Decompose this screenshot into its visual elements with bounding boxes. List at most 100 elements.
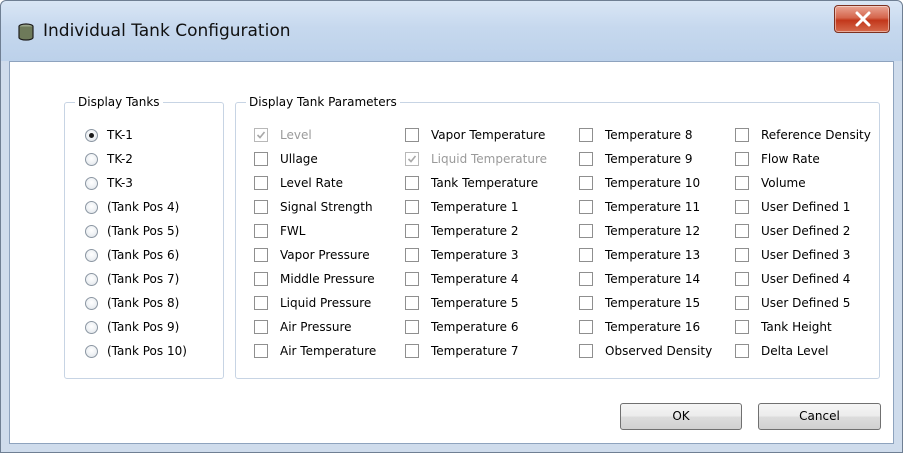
tank-radio-option[interactable]: TK-1: [85, 126, 133, 144]
parameter-checkbox-option[interactable]: Air Pressure: [254, 318, 352, 336]
radio-button[interactable]: [85, 344, 98, 358]
parameter-checkbox-option[interactable]: User Defined 5: [735, 294, 850, 312]
checkbox[interactable]: [405, 320, 419, 334]
checkbox[interactable]: [405, 272, 419, 286]
parameter-checkbox-option[interactable]: Level Rate: [254, 174, 343, 192]
parameter-checkbox-option[interactable]: Temperature 8: [579, 126, 692, 144]
tank-radio-option[interactable]: TK-3: [85, 174, 133, 192]
checkbox[interactable]: [579, 344, 593, 358]
radio-button[interactable]: [85, 176, 98, 190]
checkbox[interactable]: [254, 296, 268, 310]
parameter-checkbox-option[interactable]: Temperature 11: [579, 198, 700, 216]
cancel-button[interactable]: Cancel: [758, 403, 881, 430]
parameter-checkbox-option[interactable]: User Defined 1: [735, 198, 850, 216]
parameter-checkbox-option[interactable]: Ullage: [254, 150, 318, 168]
tank-radio-option[interactable]: (Tank Pos 5): [85, 222, 179, 240]
parameter-checkbox-option[interactable]: User Defined 2: [735, 222, 850, 240]
parameter-checkbox-option[interactable]: Vapor Temperature: [405, 126, 545, 144]
checkbox[interactable]: [735, 272, 749, 286]
checkbox[interactable]: [579, 272, 593, 286]
parameter-checkbox-option[interactable]: Signal Strength: [254, 198, 373, 216]
parameter-checkbox-option[interactable]: Observed Density: [579, 342, 712, 360]
tank-radio-option[interactable]: (Tank Pos 7): [85, 270, 179, 288]
checkbox[interactable]: [405, 176, 419, 190]
parameter-checkbox-option[interactable]: Temperature 6: [405, 318, 518, 336]
checkbox[interactable]: [254, 200, 268, 214]
parameter-checkbox-option[interactable]: Flow Rate: [735, 150, 820, 168]
checkbox[interactable]: [579, 176, 593, 190]
radio-button[interactable]: [85, 128, 98, 142]
tank-radio-option[interactable]: (Tank Pos 10): [85, 342, 187, 360]
parameter-checkbox-option[interactable]: Temperature 7: [405, 342, 518, 360]
checkbox[interactable]: [405, 128, 419, 142]
parameter-checkbox-option[interactable]: Volume: [735, 174, 806, 192]
checkbox[interactable]: [579, 128, 593, 142]
parameter-checkbox-option[interactable]: Tank Temperature: [405, 174, 538, 192]
parameter-checkbox-option[interactable]: Temperature 2: [405, 222, 518, 240]
parameter-checkbox-option[interactable]: Temperature 3: [405, 246, 518, 264]
parameter-checkbox-option[interactable]: Temperature 14: [579, 270, 700, 288]
checkbox[interactable]: [735, 152, 749, 166]
radio-button[interactable]: [85, 248, 98, 262]
checkbox[interactable]: [579, 248, 593, 262]
parameter-checkbox-option[interactable]: Temperature 16: [579, 318, 700, 336]
parameter-checkbox-option[interactable]: Temperature 4: [405, 270, 518, 288]
radio-button[interactable]: [85, 200, 98, 214]
checkbox[interactable]: [254, 248, 268, 262]
parameter-checkbox-option[interactable]: Reference Density: [735, 126, 871, 144]
checkbox[interactable]: [254, 224, 268, 238]
tank-radio-option[interactable]: (Tank Pos 4): [85, 198, 179, 216]
tank-radio-option[interactable]: (Tank Pos 8): [85, 294, 179, 312]
checkbox[interactable]: [405, 344, 419, 358]
title-bar[interactable]: Individual Tank Configuration: [1, 1, 902, 61]
checkbox[interactable]: [579, 296, 593, 310]
parameter-checkbox-option[interactable]: Temperature 10: [579, 174, 700, 192]
checkbox[interactable]: [579, 152, 593, 166]
radio-button[interactable]: [85, 272, 98, 286]
checkbox[interactable]: [735, 248, 749, 262]
checkbox[interactable]: [254, 320, 268, 334]
parameter-checkbox-option[interactable]: User Defined 3: [735, 246, 850, 264]
checkbox[interactable]: [579, 200, 593, 214]
checkbox[interactable]: [405, 248, 419, 262]
radio-button[interactable]: [85, 152, 98, 166]
checkbox[interactable]: [735, 200, 749, 214]
checkbox[interactable]: [735, 320, 749, 334]
parameter-checkbox-option[interactable]: User Defined 4: [735, 270, 850, 288]
parameter-checkbox-option[interactable]: Vapor Pressure: [254, 246, 370, 264]
checkbox[interactable]: [579, 320, 593, 334]
checkbox[interactable]: [735, 128, 749, 142]
checkbox[interactable]: [254, 152, 268, 166]
tank-radio-option[interactable]: (Tank Pos 9): [85, 318, 179, 336]
checkbox[interactable]: [254, 272, 268, 286]
checkbox[interactable]: [735, 176, 749, 190]
parameter-checkbox-option[interactable]: Temperature 13: [579, 246, 700, 264]
parameter-checkbox-option[interactable]: Liquid Pressure: [254, 294, 371, 312]
parameter-checkbox-option[interactable]: Delta Level: [735, 342, 829, 360]
parameter-checkbox-option[interactable]: Middle Pressure: [254, 270, 375, 288]
parameter-checkbox-option[interactable]: Air Temperature: [254, 342, 376, 360]
tank-radio-option[interactable]: (Tank Pos 6): [85, 246, 179, 264]
checkbox[interactable]: [405, 296, 419, 310]
parameter-checkbox-option[interactable]: Temperature 5: [405, 294, 518, 312]
ok-button[interactable]: OK: [620, 403, 742, 430]
checkbox[interactable]: [405, 224, 419, 238]
checkbox[interactable]: [254, 176, 268, 190]
parameter-checkbox-option[interactable]: FWL: [254, 222, 305, 240]
checkbox[interactable]: [735, 344, 749, 358]
tank-radio-option[interactable]: TK-2: [85, 150, 133, 168]
checkbox[interactable]: [405, 200, 419, 214]
parameter-checkbox-option[interactable]: Tank Height: [735, 318, 832, 336]
parameter-checkbox-option[interactable]: Temperature 12: [579, 222, 700, 240]
checkbox[interactable]: [735, 296, 749, 310]
checkbox[interactable]: [735, 224, 749, 238]
parameter-checkbox-option[interactable]: Temperature 9: [579, 150, 692, 168]
checkbox[interactable]: [254, 344, 268, 358]
parameter-checkbox-option[interactable]: Temperature 1: [405, 198, 518, 216]
parameter-checkbox-option[interactable]: Temperature 15: [579, 294, 700, 312]
radio-button[interactable]: [85, 224, 98, 238]
radio-button[interactable]: [85, 296, 98, 310]
checkbox[interactable]: [579, 224, 593, 238]
radio-button[interactable]: [85, 320, 98, 334]
close-button[interactable]: [834, 5, 890, 33]
